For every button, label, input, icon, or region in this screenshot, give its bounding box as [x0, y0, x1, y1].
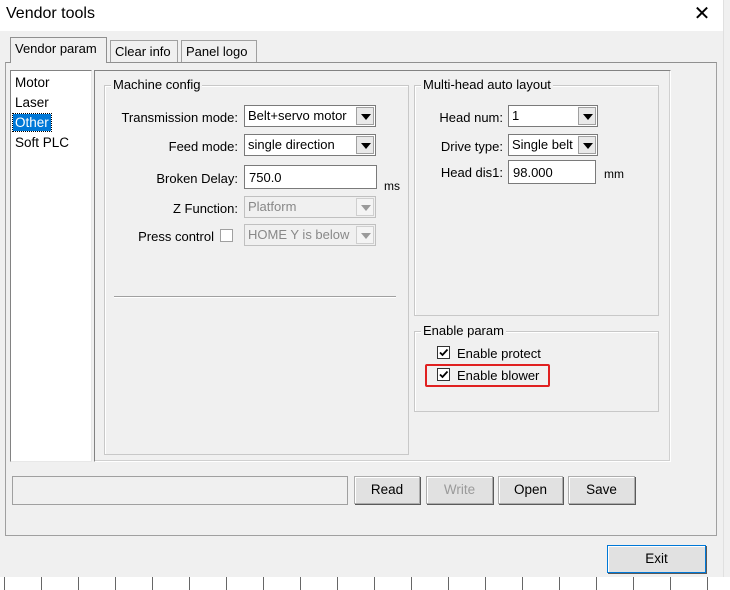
grid-tick — [4, 577, 5, 590]
grid-tick — [411, 577, 412, 590]
press-control-value: HOME Y is below — [248, 227, 350, 242]
read-button[interactable]: Read — [354, 476, 420, 504]
category-item-other[interactable]: Other — [12, 113, 52, 132]
press-control-select: HOME Y is below — [244, 224, 376, 246]
transmission-mode-select[interactable]: Belt+servo motor — [244, 105, 376, 127]
grid-tick — [263, 577, 264, 590]
press-control-label: Press control — [138, 229, 214, 244]
grid-tick — [152, 577, 153, 590]
enable-protect-label[interactable]: Enable protect — [457, 346, 541, 361]
status-field — [12, 476, 348, 505]
tab-panel-logo[interactable]: Panel logo — [181, 40, 257, 62]
grid-tick — [522, 577, 523, 590]
grid-tick — [41, 577, 42, 590]
enable-param-title: Enable param — [421, 323, 506, 338]
grid-tick — [633, 577, 634, 590]
grid-tick — [189, 577, 190, 590]
z-function-label: Z Function: — [172, 201, 238, 216]
category-item-soft-plc[interactable]: Soft PLC — [13, 134, 71, 151]
checkmark-icon — [439, 348, 449, 357]
tab-clear-info[interactable]: Clear info — [110, 40, 178, 62]
grid-tick — [374, 577, 375, 590]
grid-tick — [300, 577, 301, 590]
write-button: Write — [426, 476, 493, 504]
drive-type-select[interactable]: Single belt — [508, 134, 598, 156]
grid-tick — [670, 577, 671, 590]
grid-tick — [596, 577, 597, 590]
chevron-down-icon — [356, 226, 374, 244]
background-window-strip — [723, 0, 730, 590]
chevron-down-icon[interactable] — [356, 107, 374, 125]
chevron-down-icon[interactable] — [578, 107, 596, 125]
tab-vendor-param[interactable]: Vendor param — [10, 37, 107, 63]
drive-type-value: Single belt — [512, 137, 573, 152]
feed-mode-value: single direction — [248, 137, 335, 152]
multi-head-title: Multi-head auto layout — [421, 77, 553, 92]
machine-config-title: Machine config — [111, 77, 203, 92]
chevron-down-icon[interactable] — [356, 136, 374, 154]
chevron-down-icon — [356, 198, 374, 216]
transmission-mode-label: Transmission mode: — [121, 110, 238, 125]
feed-mode-label: Feed mode: — [168, 139, 238, 154]
broken-delay-label: Broken Delay: — [156, 171, 238, 186]
grid-tick — [337, 577, 338, 590]
category-item-laser[interactable]: Laser — [13, 94, 51, 111]
broken-delay-unit: ms — [384, 179, 400, 193]
separator — [114, 296, 396, 298]
head-num-label: Head num: — [439, 110, 503, 125]
save-button[interactable]: Save — [568, 476, 635, 504]
grid-tick — [448, 577, 449, 590]
head-dis-unit: mm — [604, 167, 624, 181]
transmission-mode-value: Belt+servo motor — [248, 108, 347, 123]
drive-type-label: Drive type: — [440, 139, 503, 154]
head-num-value: 1 — [512, 108, 520, 123]
grid-tick — [485, 577, 486, 590]
grid-tick — [226, 577, 227, 590]
title-bar: Vendor tools ✕ — [0, 0, 723, 31]
exit-button[interactable]: Exit — [607, 545, 706, 573]
z-function-select: Platform — [244, 196, 376, 218]
grid-tick — [78, 577, 79, 590]
category-list[interactable]: Motor Laser Other Soft PLC — [10, 70, 92, 462]
broken-delay-input[interactable] — [244, 165, 377, 189]
head-dis-input[interactable] — [508, 160, 596, 184]
close-icon[interactable]: ✕ — [690, 2, 714, 26]
press-control-checkbox[interactable] — [220, 229, 233, 242]
highlight-box — [425, 364, 550, 387]
background-grid — [0, 577, 730, 590]
grid-tick — [115, 577, 116, 590]
category-item-motor[interactable]: Motor — [13, 74, 52, 91]
window-title: Vendor tools — [6, 5, 95, 22]
chevron-down-icon[interactable] — [578, 136, 596, 154]
open-button[interactable]: Open — [498, 476, 563, 504]
grid-tick — [707, 577, 708, 590]
feed-mode-select[interactable]: single direction — [244, 134, 376, 156]
grid-tick — [559, 577, 560, 590]
enable-protect-checkbox[interactable] — [437, 346, 450, 359]
head-num-select[interactable]: 1 — [508, 105, 598, 127]
head-dis-label: Head dis1: — [440, 165, 503, 180]
z-function-value: Platform — [248, 199, 297, 214]
